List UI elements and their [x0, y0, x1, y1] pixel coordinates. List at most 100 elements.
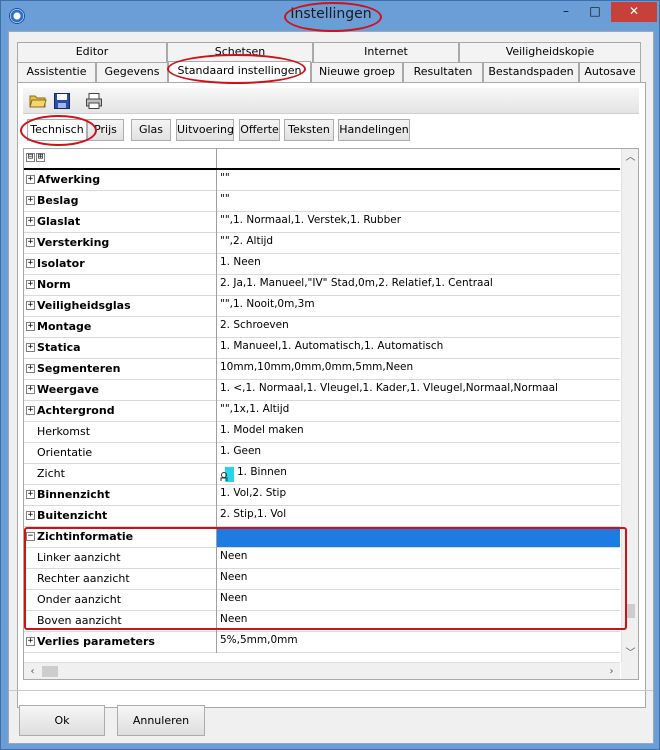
expand-plus-icon[interactable]: +	[26, 637, 35, 646]
row-value[interactable]: 10mm,10mm,0mm,0mm,5mm,Neen	[220, 361, 616, 373]
grid-row[interactable]: + Isolator 1. Neen	[24, 254, 620, 275]
subtab-prijs[interactable]: Prijs	[87, 119, 124, 141]
grid-row[interactable]: Orientatie 1. Geen	[24, 443, 620, 464]
save-disk-icon[interactable]	[53, 92, 71, 110]
grid-row[interactable]: + Montage 2. Schroeven	[24, 317, 620, 338]
row-value[interactable]: ""	[220, 172, 616, 184]
subtab-handelingen[interactable]: Handelingen	[338, 119, 410, 141]
grid-row[interactable]: Zicht 1. Binnen	[24, 464, 620, 485]
grid-row[interactable]: + Veiligheidsglas "",1. Nooit,0m,3m	[24, 296, 620, 317]
grid-row[interactable]: + Verlies parameters 5%,5mm,0mm	[24, 632, 620, 653]
tab-schetsen[interactable]: Schetsen	[167, 42, 313, 62]
grid-row[interactable]: + Afwerking ""	[24, 170, 620, 191]
expand-plus-icon[interactable]: +	[26, 490, 35, 499]
grid-row[interactable]: Herkomst 1. Model maken	[24, 422, 620, 443]
row-value[interactable]: 2. Stip,1. Vol	[220, 508, 616, 520]
tab-nieuwe-groep[interactable]: Nieuwe groep	[311, 62, 403, 82]
row-value[interactable]: 1. Vol,2. Stip	[220, 487, 616, 499]
tab-assistentie[interactable]: Assistentie	[17, 62, 96, 82]
grid-row[interactable]: + Versterking "",2. Altijd	[24, 233, 620, 254]
expand-plus-icon[interactable]: +	[26, 511, 35, 520]
row-value[interactable]: 1. <,1. Normaal,1. Vleugel,1. Kader,1. V…	[220, 382, 616, 394]
tab-gegevens[interactable]: Gegevens	[96, 62, 168, 82]
row-value[interactable]: 1. Model maken	[220, 424, 616, 436]
subtab-teksten[interactable]: Teksten	[284, 119, 334, 141]
tab-standaard-instellingen[interactable]: Standaard instellingen	[168, 61, 311, 82]
expand-all-icon[interactable]: ⊞	[36, 153, 45, 162]
grid-row[interactable]: + Achtergrond "",1x,1. Altijd	[24, 401, 620, 422]
view-swatch-icon[interactable]	[220, 467, 234, 482]
scroll-left-icon[interactable]: ‹	[24, 663, 41, 679]
collapse-all-icon[interactable]: ⊟	[26, 153, 35, 162]
expand-plus-icon[interactable]: +	[26, 280, 35, 289]
grid-row[interactable]: + Beslag ""	[24, 191, 620, 212]
row-value[interactable]: Neen	[220, 550, 616, 562]
ok-button[interactable]: Ok	[19, 705, 105, 736]
tab-internet[interactable]: Internet	[313, 42, 459, 62]
column-divider[interactable]	[216, 149, 217, 168]
expand-plus-icon[interactable]: +	[26, 364, 35, 373]
row-value[interactable]: 2. Schroeven	[220, 319, 616, 331]
row-value[interactable]: "",1x,1. Altijd	[220, 403, 616, 415]
row-value[interactable]: 1. Binnen	[237, 466, 633, 478]
open-folder-icon[interactable]	[29, 92, 47, 110]
row-value[interactable]: 1. Manueel,1. Automatisch,1. Automatisch	[220, 340, 616, 352]
subtab-offerte[interactable]: Offerte	[239, 119, 280, 141]
minimize-button[interactable]: –	[552, 2, 580, 22]
expand-plus-icon[interactable]: +	[26, 196, 35, 205]
expand-plus-icon[interactable]: +	[26, 343, 35, 352]
tab-bestandspaden[interactable]: Bestandspaden	[483, 62, 579, 82]
expand-plus-icon[interactable]: +	[26, 238, 35, 247]
tab-editor[interactable]: Editor	[17, 42, 167, 62]
expand-plus-icon[interactable]: +	[26, 406, 35, 415]
tab-resultaten[interactable]: Resultaten	[403, 62, 483, 82]
tab-veiligheidskopie[interactable]: Veiligheidskopie	[459, 42, 641, 62]
expand-plus-icon[interactable]: +	[26, 322, 35, 331]
horizontal-scrollbar[interactable]: ‹ ›	[24, 662, 620, 679]
row-value[interactable]: "",1. Nooit,0m,3m	[220, 298, 616, 310]
grid-row[interactable]: Linker aanzicht Neen	[24, 548, 620, 569]
subtab-uitvoering[interactable]: Uitvoering	[176, 119, 234, 141]
collapse-minus-icon[interactable]: −	[26, 532, 35, 541]
scroll-up-icon[interactable]: ︿	[622, 149, 638, 166]
row-value[interactable]: ""	[220, 193, 616, 205]
expand-plus-icon[interactable]: +	[26, 259, 35, 268]
tab-autosave[interactable]: Autosave	[579, 62, 641, 82]
cancel-button[interactable]: Annuleren	[117, 705, 205, 736]
expand-plus-icon[interactable]: +	[26, 301, 35, 310]
row-value[interactable]: 1. Neen	[220, 256, 616, 268]
vertical-scrollbar[interactable]: ︿ ﹀	[621, 149, 638, 662]
title-bar[interactable]: Instellingen – □ ✕	[1, 1, 660, 31]
scroll-down-icon[interactable]: ﹀	[622, 645, 638, 662]
horizontal-scroll-thumb[interactable]	[42, 666, 58, 677]
row-value[interactable]: 2. Ja,1. Manueel,"IV" Stad,0m,2. Relatie…	[220, 277, 616, 289]
close-button[interactable]: ✕	[611, 2, 657, 22]
vertical-scroll-thumb[interactable]	[626, 604, 635, 618]
grid-row[interactable]: Boven aanzicht Neen	[24, 611, 620, 632]
row-value[interactable]: "",2. Altijd	[220, 235, 616, 247]
grid-row[interactable]: Onder aanzicht Neen	[24, 590, 620, 611]
print-icon[interactable]	[85, 92, 103, 110]
scroll-right-icon[interactable]: ›	[603, 663, 620, 679]
row-value[interactable]: 1. Geen	[220, 445, 616, 457]
grid-row[interactable]: + Segmenteren 10mm,10mm,0mm,0mm,5mm,Neen	[24, 359, 620, 380]
row-value[interactable]: Neen	[220, 592, 616, 604]
grid-row[interactable]: + Norm 2. Ja,1. Manueel,"IV" Stad,0m,2. Re…	[24, 275, 620, 296]
grid-row[interactable]: Rechter aanzicht Neen	[24, 569, 620, 590]
grid-row[interactable]: + Buitenzicht 2. Stip,1. Vol	[24, 506, 620, 527]
row-value[interactable]: Neen	[220, 613, 616, 625]
maximize-button[interactable]: □	[581, 2, 609, 22]
grid-row[interactable]: + Statica 1. Manueel,1. Automatisch,1. Aut…	[24, 338, 620, 359]
row-value[interactable]: Neen	[220, 571, 616, 583]
row-value[interactable]: "",1. Normaal,1. Verstek,1. Rubber	[220, 214, 616, 226]
expand-plus-icon[interactable]: +	[26, 385, 35, 394]
grid-row[interactable]: + Weergave 1. <,1. Normaal,1. Vleugel,1. K…	[24, 380, 620, 401]
grid-row[interactable]: + Binnenzicht 1. Vol,2. Stip	[24, 485, 620, 506]
subtab-technisch[interactable]: Technisch	[27, 119, 87, 141]
subtab-glas[interactable]: Glas	[131, 119, 171, 141]
grid-row[interactable]: − Zichtinformatie	[24, 527, 620, 548]
row-value[interactable]: 5%,5mm,0mm	[220, 634, 616, 646]
expand-plus-icon[interactable]: +	[26, 175, 35, 184]
expand-plus-icon[interactable]: +	[26, 217, 35, 226]
grid-row[interactable]: + Glaslat "",1. Normaal,1. Verstek,1. Rubb…	[24, 212, 620, 233]
